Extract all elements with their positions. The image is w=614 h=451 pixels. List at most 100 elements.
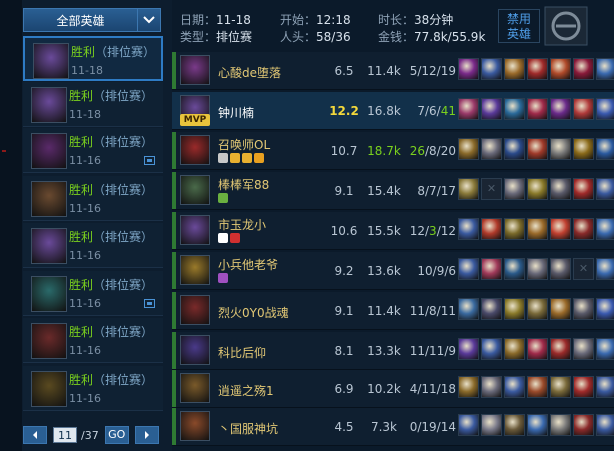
item-icon[interactable] [458, 178, 479, 200]
item-icon[interactable] [550, 258, 571, 280]
item-icon[interactable] [504, 298, 525, 320]
page-input[interactable]: 11 [53, 427, 77, 443]
player-row[interactable]: 棒棒军88 9.1 15.4k 8/7/17 [172, 172, 614, 210]
item-icon[interactable] [458, 138, 479, 160]
item-icon[interactable] [573, 338, 594, 360]
game-list-item[interactable]: 胜利（排位赛） 11-18 [23, 82, 163, 127]
item-icon[interactable] [527, 138, 548, 160]
item-icon[interactable] [504, 376, 525, 398]
player-row[interactable]: 烈火0Y0战魂 9.1 11.4k 11/8/11 [172, 292, 614, 330]
item-icon[interactable] [550, 98, 571, 120]
item-icon[interactable] [596, 258, 614, 280]
player-name[interactable]: 召唤师OL [218, 136, 270, 153]
item-icon[interactable] [481, 98, 502, 120]
item-icon[interactable] [596, 138, 614, 160]
prev-page-button[interactable] [23, 426, 47, 444]
item-icon[interactable] [596, 414, 614, 436]
go-button[interactable]: GO [104, 426, 129, 444]
item-icon[interactable] [481, 218, 502, 240]
player-name[interactable]: 棒棒军88 [218, 176, 269, 193]
item-icon[interactable] [596, 178, 614, 200]
player-name[interactable]: 烈火0Y0战魂 [218, 304, 289, 321]
game-list-item[interactable]: 胜利（排位赛） 11-16 [23, 176, 163, 221]
item-icon[interactable] [481, 58, 502, 80]
item-icon[interactable] [481, 376, 502, 398]
item-icon[interactable] [596, 58, 614, 80]
item-icon[interactable] [527, 338, 548, 360]
item-icon[interactable] [504, 218, 525, 240]
player-name[interactable]: 钟川楠 [218, 104, 254, 121]
item-icon[interactable] [458, 376, 479, 398]
item-icon[interactable] [504, 138, 525, 160]
player-row[interactable]: 市玉龙小 10.6 15.5k 12/3/12 [172, 212, 614, 250]
item-icon[interactable] [550, 338, 571, 360]
item-icon[interactable] [573, 376, 594, 398]
item-icon[interactable] [527, 258, 548, 280]
game-list-item[interactable]: 胜利（排位赛） 11-16 [23, 271, 163, 316]
player-name[interactable]: 小兵他老爷 [218, 256, 278, 273]
item-icon[interactable] [481, 298, 502, 320]
chevron-down-icon[interactable] [137, 9, 160, 31]
next-page-button[interactable] [134, 426, 159, 444]
replay-icon[interactable] [144, 299, 155, 308]
player-row[interactable]: 召唤师OL 10.7 18.7k 26/8/20 [172, 132, 614, 170]
item-icon[interactable] [573, 178, 594, 200]
item-icon[interactable] [550, 376, 571, 398]
item-icon[interactable] [527, 298, 548, 320]
game-list-item[interactable]: 胜利（排位赛） 11-16 [23, 318, 163, 363]
player-row[interactable]: 丶国服神坑 4.5 7.3k 0/19/14 [172, 408, 614, 446]
item-icon[interactable] [527, 98, 548, 120]
item-icon[interactable] [527, 58, 548, 80]
player-name[interactable]: 科比后仰 [218, 344, 266, 361]
item-icon[interactable] [550, 218, 571, 240]
item-icon[interactable] [458, 58, 479, 80]
item-icon[interactable] [573, 414, 594, 436]
item-icon[interactable] [458, 338, 479, 360]
game-list-item[interactable]: 胜利（排位赛） 11-18 [23, 36, 163, 81]
hero-filter-dropdown[interactable]: 全部英雄 [23, 8, 161, 32]
item-icon[interactable] [504, 178, 525, 200]
item-icon[interactable] [596, 218, 614, 240]
player-row[interactable]: MVP 钟川楠 12.2 16.8k 7/6/41 [172, 92, 614, 130]
banned-heroes-label[interactable]: 禁用 英雄 [498, 9, 540, 43]
item-icon[interactable] [550, 138, 571, 160]
item-icon[interactable] [550, 414, 571, 436]
game-list-item[interactable]: 胜利（排位赛） 11-16 [23, 366, 163, 411]
replay-icon[interactable] [144, 156, 155, 165]
item-icon[interactable] [504, 258, 525, 280]
item-icon[interactable] [527, 376, 548, 398]
player-row[interactable]: 心酸de堕落 6.5 11.4k 5/12/19 [172, 52, 614, 90]
item-icon[interactable] [504, 414, 525, 436]
item-icon[interactable] [573, 58, 594, 80]
item-icon[interactable] [504, 58, 525, 80]
player-name[interactable]: 逍遥之殇1 [218, 382, 274, 399]
item-icon[interactable] [527, 414, 548, 436]
player-row[interactable]: 逍遥之殇1 6.9 10.2k 4/11/18 [172, 370, 614, 408]
item-icon[interactable] [481, 138, 502, 160]
item-icon[interactable] [596, 376, 614, 398]
item-icon[interactable] [504, 98, 525, 120]
player-name[interactable]: 市玉龙小 [218, 216, 266, 233]
item-icon[interactable] [458, 298, 479, 320]
item-icon[interactable] [458, 218, 479, 240]
item-icon[interactable] [550, 58, 571, 80]
player-name[interactable]: 丶国服神坑 [218, 420, 278, 437]
item-icon[interactable] [573, 298, 594, 320]
game-list-item[interactable]: 胜利（排位赛） 11-16 [23, 223, 163, 268]
item-icon[interactable] [504, 338, 525, 360]
item-icon[interactable] [596, 98, 614, 120]
item-icon[interactable] [481, 338, 502, 360]
item-icon[interactable] [481, 258, 502, 280]
item-icon[interactable] [527, 218, 548, 240]
player-row[interactable]: 科比后仰 8.1 13.3k 11/11/9 [172, 332, 614, 370]
item-icon[interactable] [458, 98, 479, 120]
item-icon[interactable] [596, 298, 614, 320]
item-icon[interactable] [527, 178, 548, 200]
item-icon[interactable] [573, 138, 594, 160]
game-list-item[interactable]: 胜利（排位赛） 11-16 [23, 128, 163, 173]
item-icon[interactable] [573, 98, 594, 120]
item-icon[interactable] [573, 218, 594, 240]
item-icon[interactable] [481, 414, 502, 436]
item-icon[interactable] [550, 178, 571, 200]
item-icon[interactable] [596, 338, 614, 360]
